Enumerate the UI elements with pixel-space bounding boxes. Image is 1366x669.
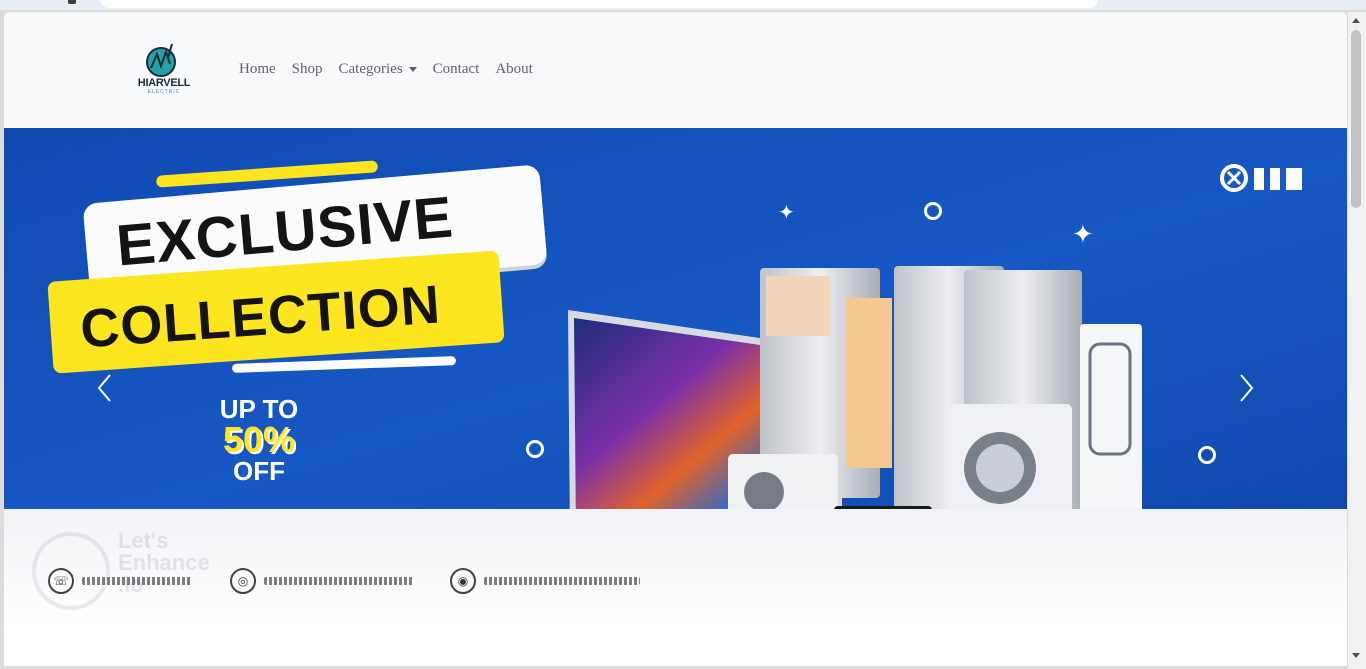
decor-ring-icon bbox=[924, 202, 942, 220]
nav-shop[interactable]: Shop bbox=[284, 61, 331, 78]
carousel-prev-button[interactable] bbox=[85, 368, 125, 408]
hero-discount: UP TO 50% OFF bbox=[204, 396, 314, 484]
nav-categories-dropdown[interactable]: Categories bbox=[331, 61, 425, 78]
brand-badge-icon bbox=[1220, 162, 1308, 201]
browser-icon bbox=[68, 0, 76, 4]
hero-contact-email: ◎ bbox=[230, 568, 414, 594]
brand-logo[interactable]: HIARVELL ELECTRIC bbox=[132, 42, 196, 98]
sparkle-icon: ✦ bbox=[1072, 220, 1094, 250]
page-viewport: HIARVELL ELECTRIC Home Shop Categories C… bbox=[4, 12, 1347, 666]
carousel-next-button[interactable] bbox=[1226, 368, 1266, 408]
hero-contact-phone: ☏ bbox=[48, 568, 192, 594]
brand-name: HIARVELL bbox=[137, 77, 191, 89]
hero-contact-web: ◉ bbox=[450, 568, 640, 594]
nav-about[interactable]: About bbox=[487, 61, 541, 78]
web-text-illegible bbox=[484, 577, 640, 585]
decor-ring-icon bbox=[1198, 446, 1216, 464]
email-text-illegible bbox=[264, 577, 414, 585]
nav-menu: Home Shop Categories Contact About bbox=[231, 61, 541, 78]
globe-icon: ◎ bbox=[230, 568, 256, 594]
discount-line-2: 50% bbox=[222, 419, 296, 460]
phone-icon: ☏ bbox=[48, 568, 74, 594]
scroll-thumb[interactable] bbox=[1351, 30, 1361, 208]
browser-toolbar-strip bbox=[0, 0, 1366, 10]
chevron-right-icon bbox=[1240, 374, 1254, 402]
watermark-line-1: Let's bbox=[118, 528, 169, 553]
scroll-up-icon[interactable] bbox=[1352, 18, 1360, 23]
decor-ring-icon bbox=[526, 440, 544, 458]
nav-home[interactable]: Home bbox=[231, 61, 284, 78]
scroll-down-icon[interactable] bbox=[1352, 653, 1360, 658]
brand-subtitle: ELECTRIC bbox=[147, 89, 181, 95]
nav-contact[interactable]: Contact bbox=[425, 61, 488, 78]
discount-line-3: OFF bbox=[233, 456, 285, 486]
hero-carousel: EXCLUSIVE COLLECTION UP TO 50% OFF ✦ ✦ L… bbox=[4, 128, 1347, 633]
caret-down-icon bbox=[408, 67, 417, 72]
address-bar[interactable] bbox=[100, 0, 1098, 8]
nav-categories-label: Categories bbox=[338, 61, 403, 77]
sparkle-icon: ✦ bbox=[778, 200, 795, 224]
page-scrollbar[interactable] bbox=[1348, 12, 1366, 669]
logo-mark-icon bbox=[146, 43, 176, 77]
chevron-left-icon bbox=[97, 374, 111, 402]
navbar: HIARVELL ELECTRIC Home Shop Categories C… bbox=[4, 12, 1347, 128]
location-icon: ◉ bbox=[450, 568, 476, 594]
phone-text-illegible bbox=[82, 577, 192, 585]
